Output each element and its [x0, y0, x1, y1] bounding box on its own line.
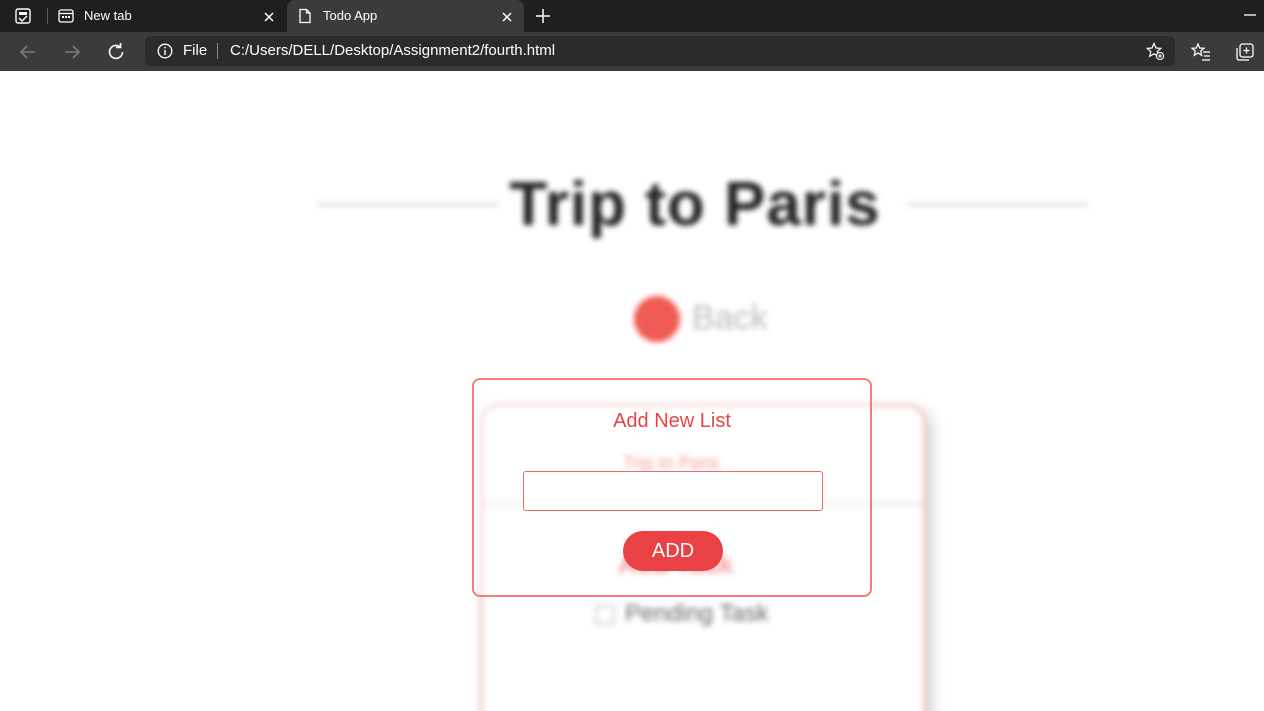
page-content: Trip to Paris Back Trip to Paris Add Tas… [0, 71, 1264, 711]
back-label: Back [692, 299, 768, 337]
page-heading: Trip to Paris [509, 170, 881, 239]
tab-title: Todo App [323, 8, 378, 23]
minimize-icon[interactable] [1242, 6, 1258, 24]
pending-task-checkbox [595, 605, 615, 625]
tab-new-tab[interactable]: New tab [48, 0, 286, 32]
favorites-icon[interactable] [1190, 41, 1212, 63]
favorite-add-icon[interactable] [1145, 41, 1165, 61]
new-tab-page-icon [58, 8, 74, 24]
address-separator [217, 43, 218, 59]
modal-title: Add New List [613, 410, 731, 432]
url-text[interactable]: C:/Users/DELL/Desktop/Assignment2/fourth… [230, 42, 555, 59]
collections-icon[interactable] [1234, 41, 1256, 63]
browser-tab-strip: New tab Todo App [0, 0, 1264, 32]
heading-decor-line [318, 203, 498, 206]
site-info-label[interactable]: File [183, 42, 207, 59]
list-name-input[interactable] [523, 471, 823, 511]
tab-todo-app[interactable]: Todo App [287, 0, 524, 32]
browser-toolbar: File C:/Users/DELL/Desktop/Assignment2/f… [0, 32, 1264, 71]
info-icon[interactable] [157, 43, 173, 59]
page-document-icon [297, 8, 313, 24]
forward-arrow-icon[interactable] [60, 40, 84, 64]
tab-title: New tab [84, 8, 132, 23]
close-icon[interactable] [500, 9, 514, 23]
add-list-modal: Add New List ADD [472, 378, 872, 597]
heading-decor-line [908, 203, 1088, 206]
back-arrow-icon[interactable] [16, 40, 40, 64]
address-bar[interactable]: File C:/Users/DELL/Desktop/Assignment2/f… [145, 36, 1175, 66]
back-button-dot [634, 296, 680, 342]
pending-task-label: Pending Task [625, 600, 769, 627]
tab-actions-icon[interactable] [12, 7, 34, 25]
close-icon[interactable] [262, 9, 276, 23]
plus-icon[interactable] [533, 6, 553, 26]
add-button[interactable]: ADD [623, 531, 723, 571]
reload-icon[interactable] [104, 40, 128, 64]
